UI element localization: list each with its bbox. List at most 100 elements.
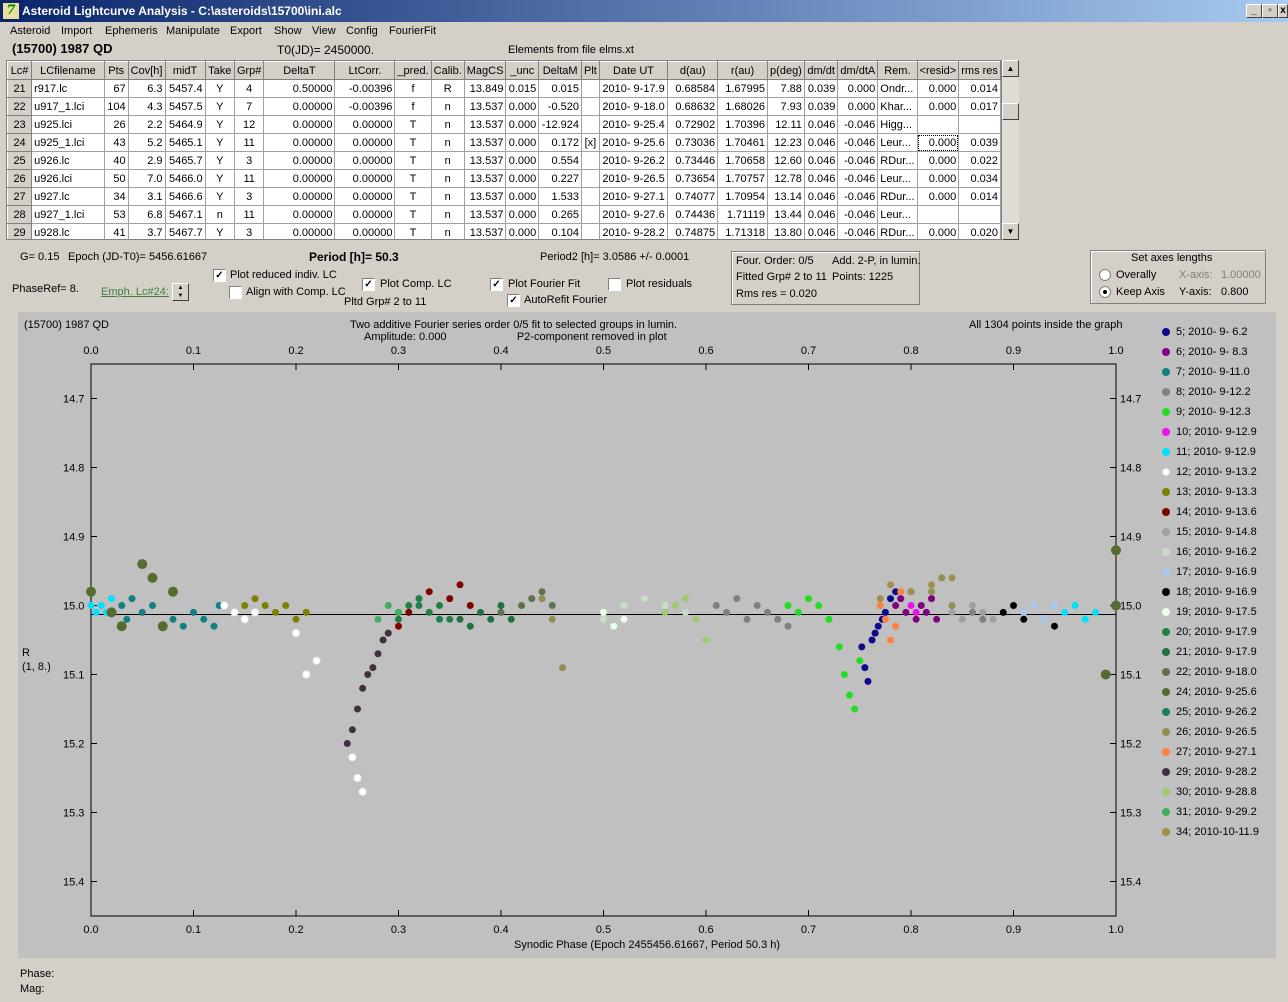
table-cell[interactable] (581, 97, 600, 116)
table-cell[interactable]: n (430, 169, 465, 188)
overally-radio[interactable] (1099, 269, 1111, 281)
table-cell[interactable]: 3 (233, 151, 265, 170)
table-cell[interactable]: 0.039 (958, 133, 1001, 152)
table-cell[interactable]: 2.9 (127, 151, 166, 170)
table-cell[interactable]: Y (204, 79, 235, 98)
column-header[interactable]: Take (204, 61, 235, 80)
table-cell[interactable]: 0.000 (505, 97, 540, 116)
table-cell[interactable]: 12.60 (766, 151, 805, 170)
table-cell[interactable]: 0.022 (958, 151, 1001, 170)
table-cell[interactable]: 0.00000 (334, 169, 396, 188)
table-cell[interactable]: 0.73654 (667, 169, 719, 188)
column-header[interactable]: LtCorr. (334, 61, 396, 80)
column-header[interactable]: <resid> (916, 61, 960, 80)
table-cell[interactable]: T (394, 133, 432, 152)
row-header[interactable]: 27 (7, 187, 33, 206)
table-cell[interactable]: 2010- 9-26.2 (598, 151, 669, 170)
column-header[interactable]: LCfilename (31, 61, 105, 80)
table-cell[interactable]: 2010- 9-28.2 (598, 223, 669, 239)
table-cell[interactable]: Y (204, 133, 235, 152)
column-header[interactable]: Rem. (877, 61, 918, 80)
table-cell[interactable]: Y (204, 187, 235, 206)
menu-config[interactable]: Config (346, 25, 378, 37)
column-header[interactable]: Grp# (233, 61, 265, 80)
table-cell[interactable]: 1.70658 (717, 151, 768, 170)
table-cell[interactable]: RDur... (877, 187, 918, 206)
column-header[interactable]: Cov[h] (127, 61, 166, 80)
table-cell[interactable]: 0.00000 (334, 205, 396, 224)
table-cell[interactable]: 13.537 (463, 223, 507, 239)
table-cell[interactable]: -0.046 (837, 133, 879, 152)
table-cell[interactable]: 0.00000 (263, 223, 336, 239)
table-cell[interactable]: T (394, 205, 432, 224)
table-cell[interactable]: 0.00000 (263, 187, 336, 206)
row-header[interactable]: 21 (7, 79, 33, 98)
table-cell[interactable]: 34 (103, 187, 129, 206)
table-cell[interactable]: u925.lci (31, 115, 105, 134)
table-cell[interactable] (916, 115, 960, 134)
table-cell[interactable]: 0.015 (538, 79, 582, 98)
table-row[interactable]: 22 u917_1.lci 104 4.3 5457.5 Y 7 0.00000 -0.0039… (7, 97, 1001, 116)
minimize-button[interactable]: _ (1246, 4, 1262, 18)
table-cell[interactable]: 0.014 (958, 187, 1001, 206)
scroll-up-icon[interactable]: ▲ (1002, 60, 1019, 77)
table-cell[interactable]: 0.265 (538, 205, 582, 224)
scroll-thumb[interactable] (1002, 103, 1019, 120)
table-cell[interactable]: -0.046 (837, 169, 879, 188)
table-cell[interactable]: 0.046 (803, 115, 839, 134)
column-header[interactable]: Plt (581, 61, 600, 80)
column-header[interactable]: Lc# (7, 61, 33, 80)
table-cell[interactable]: 1.71318 (717, 223, 768, 239)
table-cell[interactable]: T (394, 187, 432, 206)
table-cell[interactable]: -0.046 (837, 187, 879, 206)
table-cell[interactable]: 0.00000 (263, 115, 336, 134)
table-row[interactable]: 21 r917.lc 67 6.3 5457.4 Y 4 0.50000 -0.00396 f R 1… (7, 79, 1001, 98)
plot-panel[interactable]: (15700) 1987 QD Two additive Fourier ser… (18, 312, 1276, 958)
menu-manipulate[interactable]: Manipulate (166, 25, 220, 37)
table-cell[interactable]: n (430, 223, 465, 239)
table-cell[interactable]: RDur... (877, 223, 918, 239)
table-cell[interactable]: 13.537 (463, 169, 507, 188)
emph-lc-link[interactable]: Emph. Lc#24: (101, 286, 169, 298)
table-cell[interactable]: 7.93 (766, 97, 805, 116)
align-comp-checkbox[interactable] (229, 286, 242, 299)
table-cell[interactable]: Leur... (877, 133, 918, 152)
column-header[interactable]: rms res (958, 61, 1001, 80)
table-cell[interactable]: 0.104 (538, 223, 582, 239)
column-header[interactable]: _pred. (394, 61, 432, 80)
table-cell[interactable]: 0.034 (958, 169, 1001, 188)
table-cell[interactable]: n (430, 115, 465, 134)
column-header[interactable]: MagCS (463, 61, 507, 80)
table-cell[interactable] (581, 79, 600, 98)
table-cell[interactable]: 11 (233, 205, 265, 224)
table-cell[interactable]: 53 (103, 205, 129, 224)
plot-fourier-checkbox[interactable]: ✓ (490, 278, 503, 291)
column-header[interactable]: p(deg) (766, 61, 805, 80)
table-cell[interactable]: T (394, 223, 432, 239)
table-cell[interactable]: 0.000 (916, 97, 960, 116)
table-cell[interactable]: 7 (233, 97, 265, 116)
menu-export[interactable]: Export (230, 25, 262, 37)
column-header[interactable]: midT (164, 61, 206, 80)
table-cell[interactable]: 0.039 (803, 79, 839, 98)
table-cell[interactable]: n (204, 205, 235, 224)
table-cell[interactable]: 0.000 (505, 115, 540, 134)
table-cell[interactable]: -0.00396 (334, 97, 396, 116)
table-cell[interactable]: 0.015 (505, 79, 540, 98)
table-cell[interactable]: 5465.1 (164, 133, 206, 152)
table-cell[interactable]: 0.014 (958, 79, 1001, 98)
table-cell[interactable]: 0.020 (958, 223, 1001, 239)
table-cell[interactable]: 0.227 (538, 169, 582, 188)
table-cell[interactable]: 0.00000 (334, 223, 396, 239)
table-cell[interactable]: u927.lc (31, 187, 105, 206)
table-cell[interactable]: 50 (103, 169, 129, 188)
table-cell[interactable]: 0.000 (505, 133, 540, 152)
table-row[interactable]: 26 u926.lci 50 7.0 5466.0 Y 11 0.00000 0.00000 Tn… (7, 169, 1001, 188)
table-cell[interactable]: Ondr... (877, 79, 918, 98)
table-cell[interactable]: 2010- 9-27.6 (598, 205, 669, 224)
table-cell[interactable]: u917_1.lci (31, 97, 105, 116)
table-cell[interactable]: RDur... (877, 151, 918, 170)
table-cell[interactable]: 13.537 (463, 115, 507, 134)
table-row[interactable]: 25 u926.lc 40 2.9 5465.7 Y 3 0.00000 0.00000 Tn 13… (7, 151, 1001, 170)
menu-fourierfit[interactable]: FourierFit (389, 25, 436, 37)
